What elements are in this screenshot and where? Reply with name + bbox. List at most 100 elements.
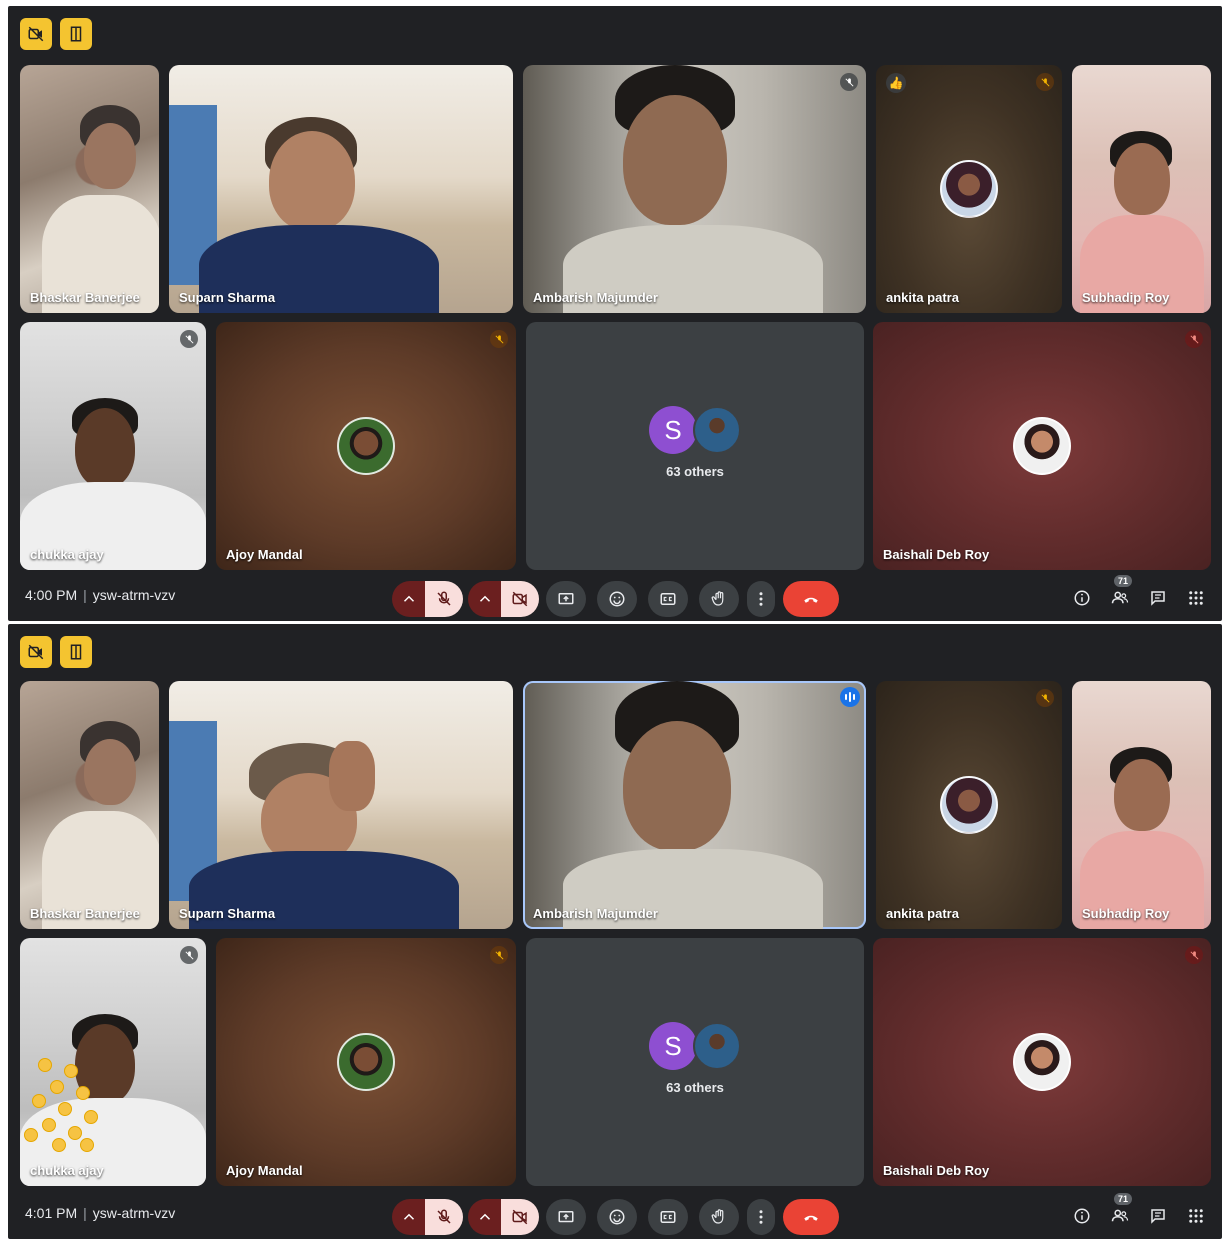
chevron-up-icon (479, 595, 491, 602)
camera-toggle-button[interactable] (501, 581, 539, 617)
others-photo-avatar (693, 406, 741, 454)
people-button[interactable]: 71 (1109, 1193, 1133, 1227)
leave-call-button[interactable] (783, 581, 839, 617)
others-group: S 63 others (526, 1022, 864, 1095)
participant-name: Suparn Sharma (179, 290, 276, 305)
info-icon[interactable] (1071, 587, 1093, 609)
captions-button[interactable] (648, 581, 688, 617)
chevron-up-icon (403, 1213, 415, 1220)
reactions-button[interactable] (597, 581, 637, 617)
raise-hand-button[interactable] (699, 581, 739, 617)
participant-tile-suparn[interactable]: Suparn Sharma (169, 65, 513, 313)
participant-tile-ankita[interactable]: ankita patra (876, 681, 1062, 929)
end-call-icon (804, 597, 818, 603)
participant-tile-bhaskar[interactable]: Bhaskar Banerjee (20, 65, 159, 313)
mic-toggle-button[interactable] (425, 581, 463, 617)
separator: | (83, 1205, 87, 1221)
participant-name: Ajoy Mandal (226, 547, 303, 562)
mic-off-icon (1185, 946, 1203, 964)
participant-tile-subhadip[interactable]: Subhadip Roy (1072, 681, 1211, 929)
more-options-button[interactable] (747, 1199, 775, 1235)
avatar (337, 417, 395, 475)
participant-tile-ambarish[interactable]: Ambarish Majumder (523, 681, 866, 929)
participant-tile-ajoy[interactable]: Ajoy Mandal (216, 938, 516, 1186)
person-face (75, 408, 135, 488)
participant-name: Bhaskar Banerjee (30, 290, 140, 305)
person-hand (329, 741, 375, 811)
avatar (940, 160, 998, 218)
avatar (1013, 1033, 1071, 1091)
present-screen-button[interactable] (546, 581, 586, 617)
activities-icon[interactable] (1185, 1205, 1207, 1227)
more-options-button[interactable] (747, 581, 775, 617)
meet-window-1: Bhaskar Banerjee Suparn Sharma Ambarish … (8, 6, 1222, 621)
captions-button[interactable] (648, 1199, 688, 1235)
reaction-burst (24, 1058, 114, 1158)
camera-off-icon (512, 1209, 528, 1225)
audio-options-button[interactable] (392, 581, 426, 617)
participant-tile-bhaskar[interactable]: Bhaskar Banerjee (20, 681, 159, 929)
chevron-up-icon (403, 595, 415, 602)
others-group: S 63 others (526, 406, 864, 479)
others-tile[interactable]: S 63 others (526, 938, 864, 1186)
participant-tile-baishali[interactable]: Baishali Deb Roy (873, 938, 1211, 1186)
clock-time: 4:01 PM (25, 1205, 78, 1221)
chat-icon[interactable] (1147, 1205, 1169, 1227)
mic-off-icon (437, 1209, 451, 1224)
present-screen-icon (558, 593, 574, 605)
leave-call-button[interactable] (783, 1199, 839, 1235)
video-options-button[interactable] (468, 1199, 502, 1235)
raise-hand-button[interactable] (699, 1199, 739, 1235)
participant-tile-chukka[interactable]: chukka ajay (20, 938, 206, 1186)
activities-icon[interactable] (1185, 587, 1207, 609)
video-options-button[interactable] (468, 581, 502, 617)
mic-off-icon (490, 330, 508, 348)
reactions-button[interactable] (597, 1199, 637, 1235)
present-screen-icon (558, 1211, 574, 1223)
raise-hand-icon (711, 591, 724, 606)
participant-name: Suparn Sharma (179, 906, 276, 921)
meeting-code: ysw-atrm-vzv (92, 587, 176, 603)
audio-options-button[interactable] (392, 1199, 426, 1235)
participant-name: Subhadip Roy (1082, 906, 1170, 921)
others-avatars: S (649, 1022, 741, 1070)
participant-name: Baishali Deb Roy (883, 1163, 990, 1178)
participant-tile-baishali[interactable]: Baishali Deb Roy (873, 322, 1211, 570)
others-count-label: 63 others (666, 464, 724, 479)
present-screen-button[interactable] (546, 1199, 586, 1235)
people-count-badge: 71 (1114, 1193, 1133, 1205)
others-avatars: S (649, 406, 741, 454)
door-icon[interactable] (60, 636, 92, 668)
others-tile[interactable]: S 63 others (526, 322, 864, 570)
avatar (940, 776, 998, 834)
participant-name: ankita patra (886, 906, 959, 921)
participant-name: Ajoy Mandal (226, 1163, 303, 1178)
person-face (623, 95, 727, 225)
participant-tile-ambarish[interactable]: Ambarish Majumder (523, 65, 866, 313)
door-icon[interactable] (60, 18, 92, 50)
mic-toggle-button[interactable] (425, 1199, 463, 1235)
mic-off-icon (1036, 689, 1054, 707)
control-bar: 4:01 PM | ysw-atrm-vzv 71 (8, 1189, 1222, 1239)
no-video-icon[interactable] (20, 18, 52, 50)
mic-off-icon (1036, 73, 1054, 91)
participant-tile-ankita[interactable]: 👍 ankita patra (876, 65, 1062, 313)
person-face (1114, 143, 1170, 215)
participant-name: Baishali Deb Roy (883, 547, 990, 562)
no-video-icon[interactable] (20, 636, 52, 668)
info-icon[interactable] (1071, 1205, 1093, 1227)
others-initial-avatar: S (649, 406, 697, 454)
chat-icon[interactable] (1147, 587, 1169, 609)
mic-off-icon (437, 591, 451, 606)
participant-tile-ajoy[interactable]: Ajoy Mandal (216, 322, 516, 570)
participant-tile-chukka[interactable]: chukka ajay (20, 322, 206, 570)
participant-tile-subhadip[interactable]: Subhadip Roy (1072, 65, 1211, 313)
mic-off-icon (1185, 330, 1203, 348)
participant-name: Ambarish Majumder (533, 906, 658, 921)
speaking-indicator-icon (840, 687, 860, 707)
clock-time: 4:00 PM (25, 587, 78, 603)
camera-toggle-button[interactable] (501, 1199, 539, 1235)
participant-tile-suparn[interactable]: Suparn Sharma (169, 681, 513, 929)
separator: | (83, 587, 87, 603)
people-button[interactable]: 71 (1109, 575, 1133, 609)
